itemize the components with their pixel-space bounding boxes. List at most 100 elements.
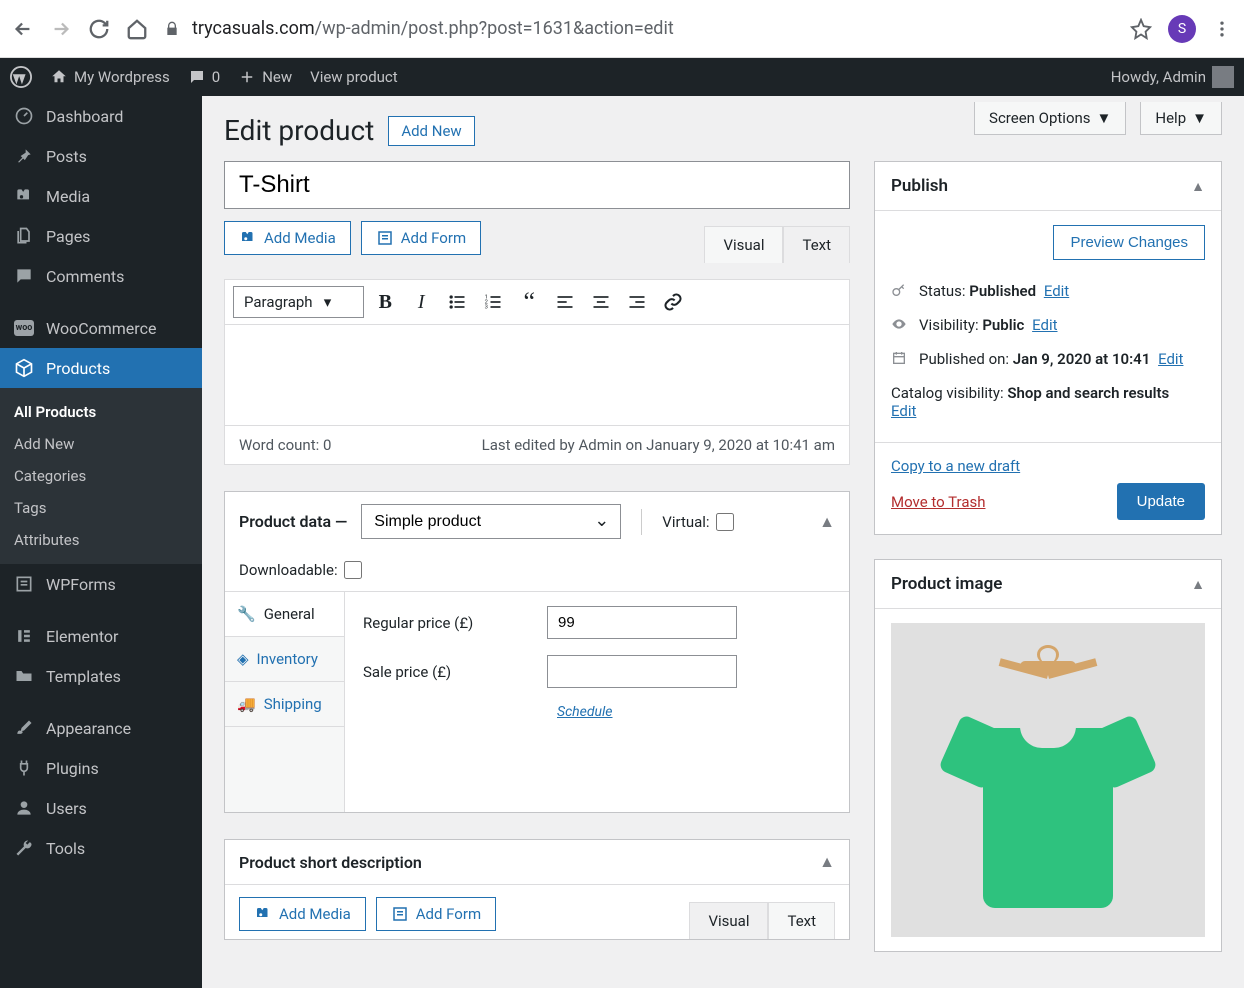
product-image-thumbnail[interactable] <box>891 623 1205 937</box>
sidebar-item-appearance[interactable]: Appearance <box>0 708 202 748</box>
kebab-icon[interactable] <box>1212 19 1232 39</box>
sidebar-item-products[interactable]: Products <box>0 348 202 388</box>
numbered-list-icon[interactable]: 123 <box>478 287 508 317</box>
pages-icon <box>14 226 34 246</box>
product-image-box: Product image ▲ <box>874 559 1222 952</box>
align-right-icon[interactable] <box>622 287 652 317</box>
elementor-icon <box>14 626 34 646</box>
collapse-icon[interactable]: ▲ <box>1191 576 1205 593</box>
plug-icon <box>14 758 34 778</box>
dashboard-icon <box>14 106 34 126</box>
move-to-trash-link[interactable]: Move to Trash <box>891 493 985 511</box>
submenu-attributes[interactable]: Attributes <box>0 524 202 556</box>
quote-icon[interactable]: “ <box>514 287 544 317</box>
collapse-icon[interactable]: ▲ <box>819 512 835 532</box>
sidebar-item-posts[interactable]: Posts <box>0 136 202 176</box>
submenu-add-new[interactable]: Add New <box>0 428 202 460</box>
edit-catalog-link[interactable]: Edit <box>891 402 916 420</box>
add-media-button[interactable]: Add Media <box>224 221 351 255</box>
help-tab[interactable]: Help ▼ <box>1140 102 1222 135</box>
folder-icon <box>14 666 34 686</box>
edit-visibility-link[interactable]: Edit <box>1032 316 1057 334</box>
editor-textarea[interactable] <box>225 325 849 425</box>
comment-icon <box>14 266 34 286</box>
bold-icon[interactable]: B <box>370 287 400 317</box>
truck-icon: 🚚 <box>237 695 256 713</box>
collapse-icon[interactable]: ▲ <box>819 852 835 872</box>
admin-sidebar: Dashboard Posts Media Pages Comments woo… <box>0 96 202 988</box>
profile-avatar[interactable]: S <box>1168 15 1196 43</box>
link-icon[interactable] <box>658 287 688 317</box>
sale-price-input[interactable] <box>547 655 737 688</box>
add-new-button[interactable]: Add New <box>388 116 474 146</box>
editor-text-tab[interactable]: Text <box>783 226 850 263</box>
sidebar-item-plugins[interactable]: Plugins <box>0 748 202 788</box>
product-data-box: Product data — Simple product Virtual: ▲… <box>224 491 850 813</box>
wp-adminbar: My Wordpress 0 New View product Howdy, A… <box>0 58 1244 96</box>
pd-tab-shipping[interactable]: 🚚Shipping <box>225 682 344 727</box>
submenu-categories[interactable]: Categories <box>0 460 202 492</box>
short-add-form-button[interactable]: Add Form <box>376 897 496 931</box>
key-icon <box>891 282 909 298</box>
align-left-icon[interactable] <box>550 287 580 317</box>
virtual-checkbox[interactable] <box>716 513 734 531</box>
edit-status-link[interactable]: Edit <box>1044 282 1069 300</box>
sidebar-item-media[interactable]: Media <box>0 176 202 216</box>
sidebar-item-templates[interactable]: Templates <box>0 656 202 696</box>
sidebar-item-elementor[interactable]: Elementor <box>0 616 202 656</box>
brush-icon <box>14 718 34 738</box>
editor-visual-tab[interactable]: Visual <box>704 226 783 263</box>
sidebar-item-wpforms[interactable]: WPForms <box>0 564 202 604</box>
product-title-input[interactable] <box>224 161 850 209</box>
regular-price-input[interactable] <box>547 606 737 639</box>
publish-title: Publish <box>891 176 948 196</box>
reload-icon[interactable] <box>88 18 110 40</box>
edit-date-link[interactable]: Edit <box>1158 350 1183 368</box>
align-center-icon[interactable] <box>586 287 616 317</box>
status-label: Status: <box>919 282 969 300</box>
view-product-link[interactable]: View product <box>310 68 398 86</box>
home-icon[interactable] <box>126 18 148 40</box>
url-bar[interactable]: trycasuals.com/wp-admin/post.php?post=16… <box>164 18 1114 39</box>
sidebar-item-pages[interactable]: Pages <box>0 216 202 256</box>
sidebar-item-tools[interactable]: Tools <box>0 828 202 868</box>
italic-icon[interactable]: I <box>406 287 436 317</box>
woocommerce-icon: woo <box>14 318 34 338</box>
sidebar-item-users[interactable]: Users <box>0 788 202 828</box>
status-value: Published <box>969 282 1036 300</box>
pd-tab-general[interactable]: 🔧General <box>225 592 344 637</box>
format-select[interactable]: Paragraph ▾ <box>233 286 364 318</box>
downloadable-checkbox[interactable] <box>344 561 362 579</box>
update-button[interactable]: Update <box>1117 483 1205 520</box>
add-form-button[interactable]: Add Form <box>361 221 481 255</box>
short-visual-tab[interactable]: Visual <box>689 902 768 939</box>
wp-logo-icon[interactable] <box>10 66 32 88</box>
sidebar-item-comments[interactable]: Comments <box>0 256 202 296</box>
back-icon[interactable] <box>12 18 34 40</box>
sidebar-item-woocommerce[interactable]: wooWooCommerce <box>0 308 202 348</box>
copy-draft-link[interactable]: Copy to a new draft <box>891 457 1205 475</box>
site-link[interactable]: My Wordpress <box>50 68 170 86</box>
collapse-icon[interactable]: ▲ <box>1191 178 1205 195</box>
avatar-icon <box>1212 66 1234 88</box>
bullet-list-icon[interactable] <box>442 287 472 317</box>
visibility-label: Visibility: <box>919 316 982 334</box>
comments-link[interactable]: 0 <box>188 68 220 86</box>
screen-options-tab[interactable]: Screen Options ▼ <box>974 102 1126 135</box>
submenu-tags[interactable]: Tags <box>0 492 202 524</box>
page-title: Edit product <box>224 114 374 147</box>
product-type-select[interactable]: Simple product <box>361 504 621 539</box>
short-add-media-button[interactable]: Add Media <box>239 897 366 931</box>
catalog-label: Catalog visibility: <box>891 384 1007 402</box>
short-text-tab[interactable]: Text <box>768 902 835 939</box>
pd-tab-inventory[interactable]: ◈Inventory <box>225 637 344 682</box>
forward-icon[interactable] <box>50 18 72 40</box>
schedule-link[interactable]: Schedule <box>557 704 613 720</box>
preview-changes-button[interactable]: Preview Changes <box>1053 225 1205 260</box>
sidebar-item-dashboard[interactable]: Dashboard <box>0 96 202 136</box>
star-icon[interactable] <box>1130 18 1152 40</box>
submenu-all-products[interactable]: All Products <box>0 396 202 428</box>
new-link[interactable]: New <box>238 68 292 86</box>
user-icon <box>14 798 34 818</box>
howdy-link[interactable]: Howdy, Admin <box>1111 66 1234 88</box>
